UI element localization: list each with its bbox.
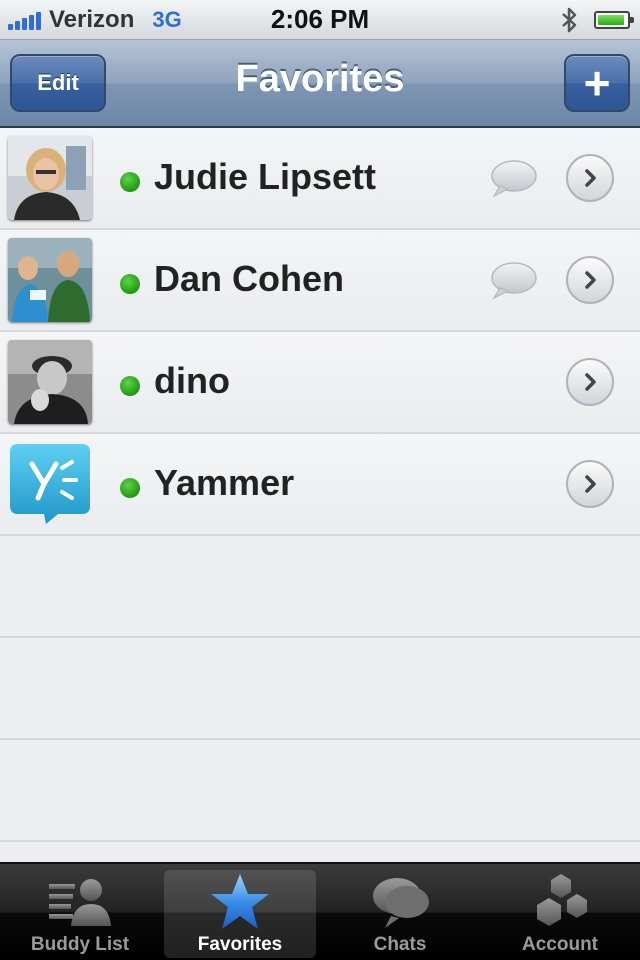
online-status-icon <box>120 172 140 192</box>
battery-icon <box>594 11 634 29</box>
list-item[interactable]: Dan Cohen <box>0 230 640 332</box>
avatar <box>8 136 92 220</box>
avatar <box>8 238 92 322</box>
favorites-list: Judie Lipsett Dan Cohen dino Yammer <box>0 128 640 864</box>
chat-bubble-icon[interactable] <box>490 158 538 198</box>
tab-label: Buddy List <box>30 934 130 955</box>
chevron-right-icon <box>585 169 596 187</box>
chevron-right-icon <box>585 373 596 391</box>
disclosure-button[interactable] <box>566 256 614 304</box>
list-item[interactable]: Yammer <box>0 434 640 536</box>
empty-row <box>0 536 640 638</box>
empty-row <box>0 740 640 842</box>
chat-bubble-icon[interactable] <box>490 260 538 300</box>
contact-name: Judie Lipsett <box>154 156 377 197</box>
buddy-list-icon <box>49 879 111 926</box>
chat-bubbles-icon <box>373 878 429 928</box>
disclosure-button[interactable] <box>566 154 614 202</box>
list-item[interactable]: Judie Lipsett <box>0 128 640 230</box>
yammer-logo <box>8 442 92 526</box>
online-status-icon <box>120 274 140 294</box>
clock: 2:06 PM <box>270 4 370 34</box>
page-title: Favorites <box>235 58 405 100</box>
tab-label: Account <box>522 934 598 955</box>
star-icon <box>211 874 269 929</box>
disclosure-button[interactable] <box>566 358 614 406</box>
tab-bar: Buddy List Favorites Chats Account <box>0 862 640 960</box>
navigation-bar: Edit Favorites + <box>0 40 640 128</box>
disclosure-button[interactable] <box>566 460 614 508</box>
online-status-icon <box>120 376 140 396</box>
contact-name: Yammer <box>154 462 295 503</box>
add-favorite-button[interactable]: + <box>564 54 630 112</box>
list-item[interactable]: dino <box>0 332 640 434</box>
tab-label: Chats <box>373 934 427 955</box>
online-status-icon <box>120 478 140 498</box>
empty-row <box>0 638 640 740</box>
tab-favorites[interactable]: Favorites <box>164 870 316 958</box>
contact-name: Dan Cohen <box>154 258 345 299</box>
status-bar: Verizon 3G 2:06 PM <box>0 0 640 40</box>
tab-buddy-list[interactable]: Buddy List <box>4 870 156 958</box>
account-cubes-icon <box>537 874 587 926</box>
bluetooth-icon <box>562 7 577 33</box>
tab-account[interactable]: Account <box>484 870 636 958</box>
avatar <box>8 340 92 424</box>
chevron-right-icon <box>585 271 596 289</box>
tab-chats[interactable]: Chats <box>324 870 476 958</box>
contact-name: dino <box>154 360 230 401</box>
tab-label: Favorites <box>197 934 283 955</box>
chevron-right-icon <box>585 475 596 493</box>
